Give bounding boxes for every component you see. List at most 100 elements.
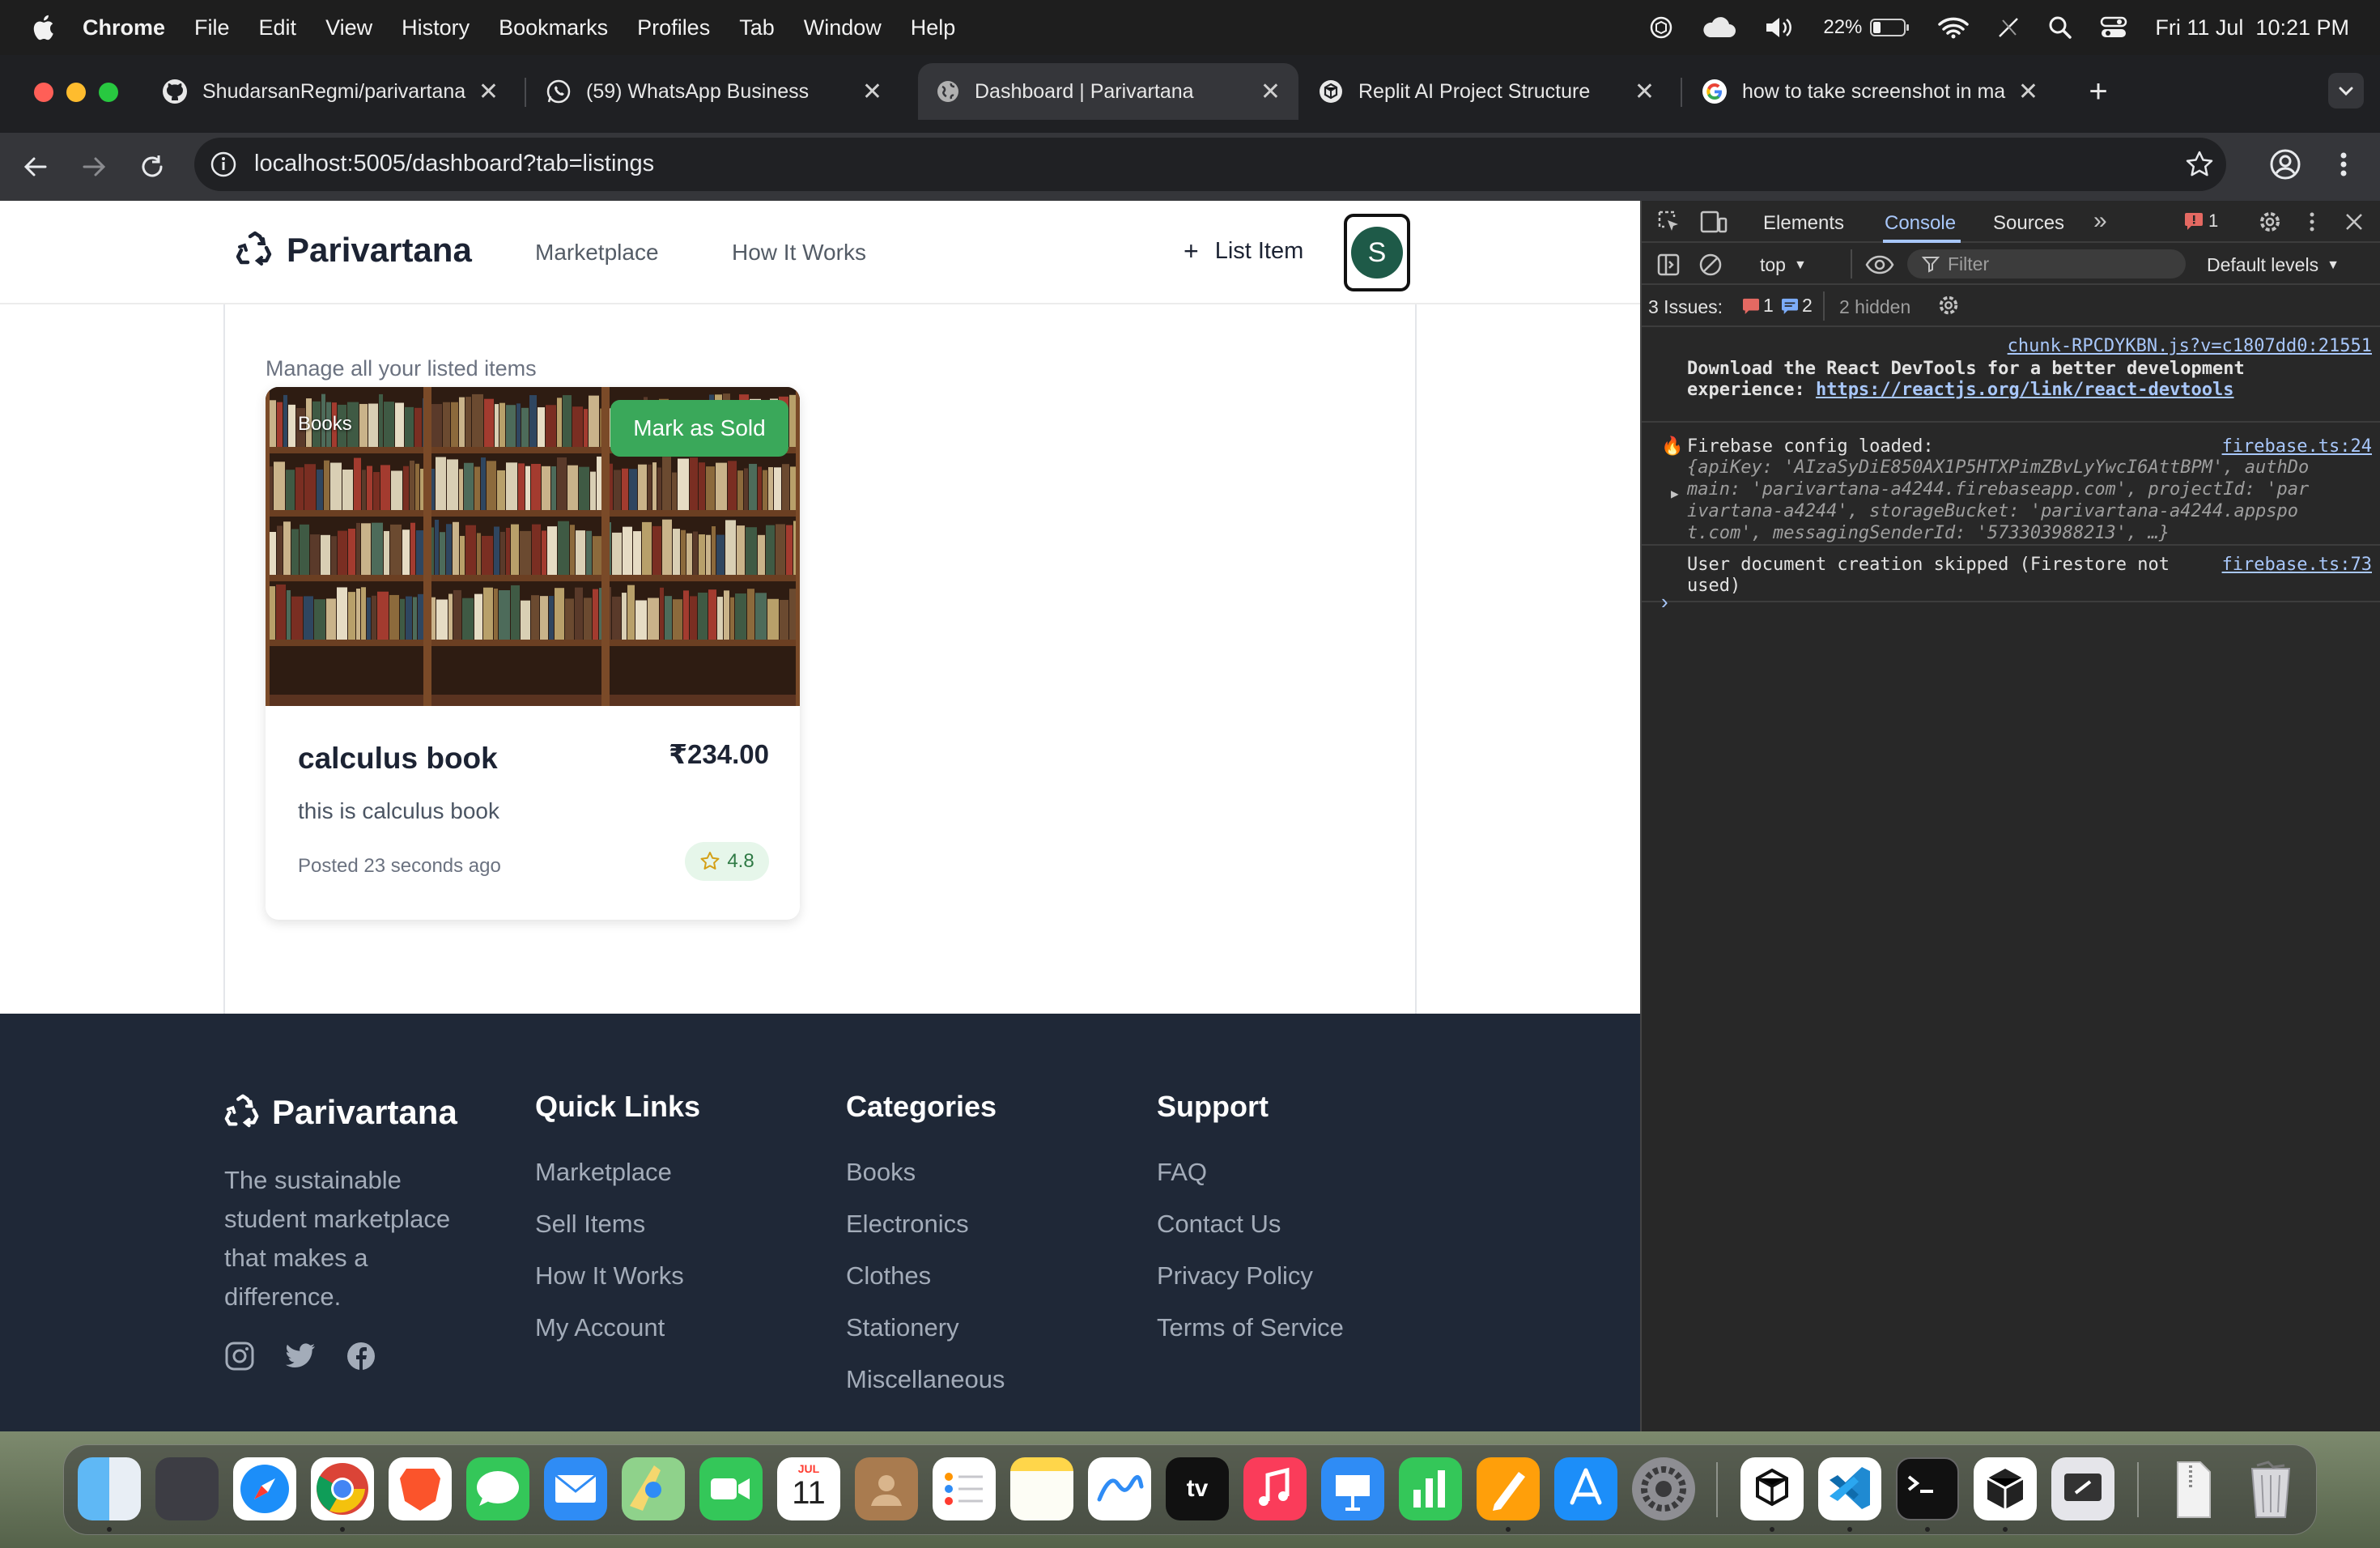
footer-link-books[interactable]: Books (846, 1158, 916, 1187)
openai-status-icon[interactable] (1648, 15, 1674, 40)
volume-icon[interactable] (1763, 15, 1796, 40)
pages-icon[interactable] (1477, 1457, 1540, 1520)
music-icon[interactable] (1243, 1457, 1307, 1520)
window-minimize-button[interactable] (66, 83, 86, 102)
nav-marketplace[interactable]: Marketplace (535, 240, 659, 266)
instagram-icon[interactable] (224, 1341, 255, 1372)
error-count-badge[interactable]: 1 (2184, 211, 2218, 232)
numbers-icon[interactable] (1399, 1457, 1462, 1520)
clock-datetime[interactable]: Fri 11 Jul 10:21 PM (2155, 15, 2349, 40)
log-source-link-text[interactable]: chunk-RPCDYKBN.js?v=c1807dd0:21551 (2008, 336, 2372, 356)
devtools-tab-console[interactable]: Console (1885, 212, 1956, 235)
notes-icon[interactable] (1010, 1457, 1073, 1520)
tab-close-icon[interactable]: ✕ (478, 78, 499, 106)
menu-history[interactable]: History (402, 15, 470, 40)
calendar-icon[interactable]: JUL 11 (777, 1457, 840, 1520)
apple-tv-icon[interactable]: tv (1166, 1457, 1229, 1520)
footer-link-sell-items[interactable]: Sell Items (535, 1210, 645, 1239)
footer-link-terms-of-service[interactable]: Terms of Service (1157, 1313, 1344, 1342)
footer-link-clothes[interactable]: Clothes (846, 1261, 931, 1291)
chrome-menu-button[interactable] (2331, 147, 2356, 181)
devtools-tab-elements[interactable]: Elements (1763, 212, 1844, 235)
tab-github[interactable]: ShudarsanRegmi/parivartana ✕ (144, 63, 516, 120)
url-text[interactable]: localhost:5005/dashboard?tab=listings (254, 151, 654, 177)
freeform-icon[interactable] (1088, 1457, 1151, 1520)
log-source-link[interactable]: firebase.ts:73 (1687, 554, 2372, 576)
nav-how-it-works[interactable]: How It Works (732, 240, 866, 266)
console-filter-input[interactable]: Filter (1907, 249, 2186, 279)
user-menu-button[interactable]: S (1344, 214, 1410, 291)
battery-status[interactable]: 22% (1823, 16, 1910, 39)
sidebar-toggle-icon[interactable] (1656, 253, 1681, 277)
log-source-link-text[interactable]: firebase.ts:24 (2222, 436, 2372, 457)
devtools-menu-icon[interactable] (2306, 209, 2318, 235)
footer-link-marketplace[interactable]: Marketplace (535, 1158, 672, 1187)
log-source-link-text[interactable]: firebase.ts:73 (2222, 555, 2372, 575)
tab-close-icon[interactable]: ✕ (1260, 78, 1281, 106)
footer-link-contact-us[interactable]: Contact Us (1157, 1210, 1281, 1239)
inspect-element-icon[interactable] (1656, 209, 1682, 235)
facebook-icon[interactable] (346, 1341, 376, 1372)
reload-button[interactable] (136, 151, 168, 183)
launchpad-icon[interactable] (155, 1457, 219, 1520)
devtools-tab-sources[interactable]: Sources (1993, 212, 2064, 235)
control-center-icon[interactable] (2100, 15, 2127, 40)
footer-logo[interactable]: Parivartana (223, 1093, 457, 1132)
issues-settings-gear-icon[interactable] (1936, 293, 1961, 317)
device-toolbar-icon[interactable] (1700, 209, 1728, 235)
system-settings-icon[interactable] (1632, 1457, 1695, 1520)
footer-link-privacy-policy[interactable]: Privacy Policy (1157, 1261, 1313, 1291)
tab-replit-ai[interactable]: Replit AI Project Structure ✕ (1300, 63, 1672, 120)
menu-bookmarks[interactable]: Bookmarks (499, 15, 608, 40)
messages-icon[interactable] (466, 1457, 529, 1520)
menu-view[interactable]: View (325, 15, 372, 40)
menu-profiles[interactable]: Profiles (637, 15, 710, 40)
terminal-icon[interactable] (1896, 1457, 1959, 1520)
issues-error-badge[interactable]: 1 (1742, 295, 1774, 317)
reminders-icon[interactable] (933, 1457, 996, 1520)
menu-window[interactable]: Window (804, 15, 882, 40)
pen-slash-icon[interactable] (1996, 15, 2021, 40)
issues-info-badge[interactable]: 2 (1781, 295, 1813, 317)
screen-sharing-icon[interactable] (2051, 1457, 2114, 1520)
site-logo[interactable]: Parivartana (235, 230, 472, 270)
apple-icon[interactable] (31, 14, 55, 41)
bookmark-star-icon[interactable] (2184, 149, 2215, 180)
tab-dashboard-active[interactable]: Dashboard | Parivartana ✕ (918, 63, 1298, 120)
menu-app-name[interactable]: Chrome (83, 15, 165, 40)
tab-search-button[interactable] (2328, 73, 2364, 108)
log-source-link[interactable]: firebase.ts:24 (1687, 436, 2372, 457)
app-store-icon[interactable] (1554, 1457, 1617, 1520)
keynote-icon[interactable] (1321, 1457, 1384, 1520)
window-zoom-button[interactable] (99, 83, 118, 102)
console-prompt-chevron-icon[interactable]: › (1661, 589, 1668, 615)
listing-card[interactable]: Books Mark as Sold calculus book ₹234.00… (266, 387, 800, 920)
safari-icon[interactable] (233, 1457, 296, 1520)
cloud-icon[interactable] (1702, 16, 1736, 39)
site-info-icon[interactable] (209, 150, 238, 179)
settings-gear-icon[interactable] (2257, 209, 2283, 235)
tab-close-icon[interactable]: ✕ (1634, 78, 1655, 106)
react-devtools-link[interactable]: https://reactjs.org/link/react-devtools (1816, 380, 2234, 400)
more-tabs-chevron-icon[interactable]: » (2093, 207, 2107, 235)
devtools-close-icon[interactable] (2343, 211, 2365, 233)
brave-icon[interactable] (389, 1457, 452, 1520)
trash-icon[interactable] (2239, 1457, 2302, 1520)
package-box-icon[interactable] (1974, 1457, 2037, 1520)
back-button[interactable] (19, 151, 52, 183)
vscode-icon[interactable] (1818, 1457, 1881, 1520)
log-levels-dropdown[interactable]: Default levels ▼ (2207, 254, 2340, 276)
menu-help[interactable]: Help (911, 15, 956, 40)
tab-google-search[interactable]: how to take screenshot in ma ✕ (1684, 63, 2056, 120)
context-selector[interactable]: top ▼ (1760, 254, 1807, 276)
footer-link-electronics[interactable]: Electronics (846, 1210, 969, 1239)
facetime-icon[interactable] (699, 1457, 763, 1520)
footer-link-miscellaneous[interactable]: Miscellaneous (846, 1365, 1005, 1394)
forward-button[interactable] (78, 151, 110, 183)
firebase-config-object[interactable]: {apiKey: 'AIzaSyDiE850AX1P5HTXPimZBvLyYw… (1687, 457, 2359, 544)
zip-file-icon[interactable] (2161, 1457, 2225, 1520)
new-tab-button[interactable]: + (2082, 71, 2114, 112)
wifi-icon[interactable] (1938, 15, 1970, 40)
address-bar[interactable]: localhost:5005/dashboard?tab=listings (194, 138, 2226, 191)
mail-icon[interactable] (544, 1457, 607, 1520)
